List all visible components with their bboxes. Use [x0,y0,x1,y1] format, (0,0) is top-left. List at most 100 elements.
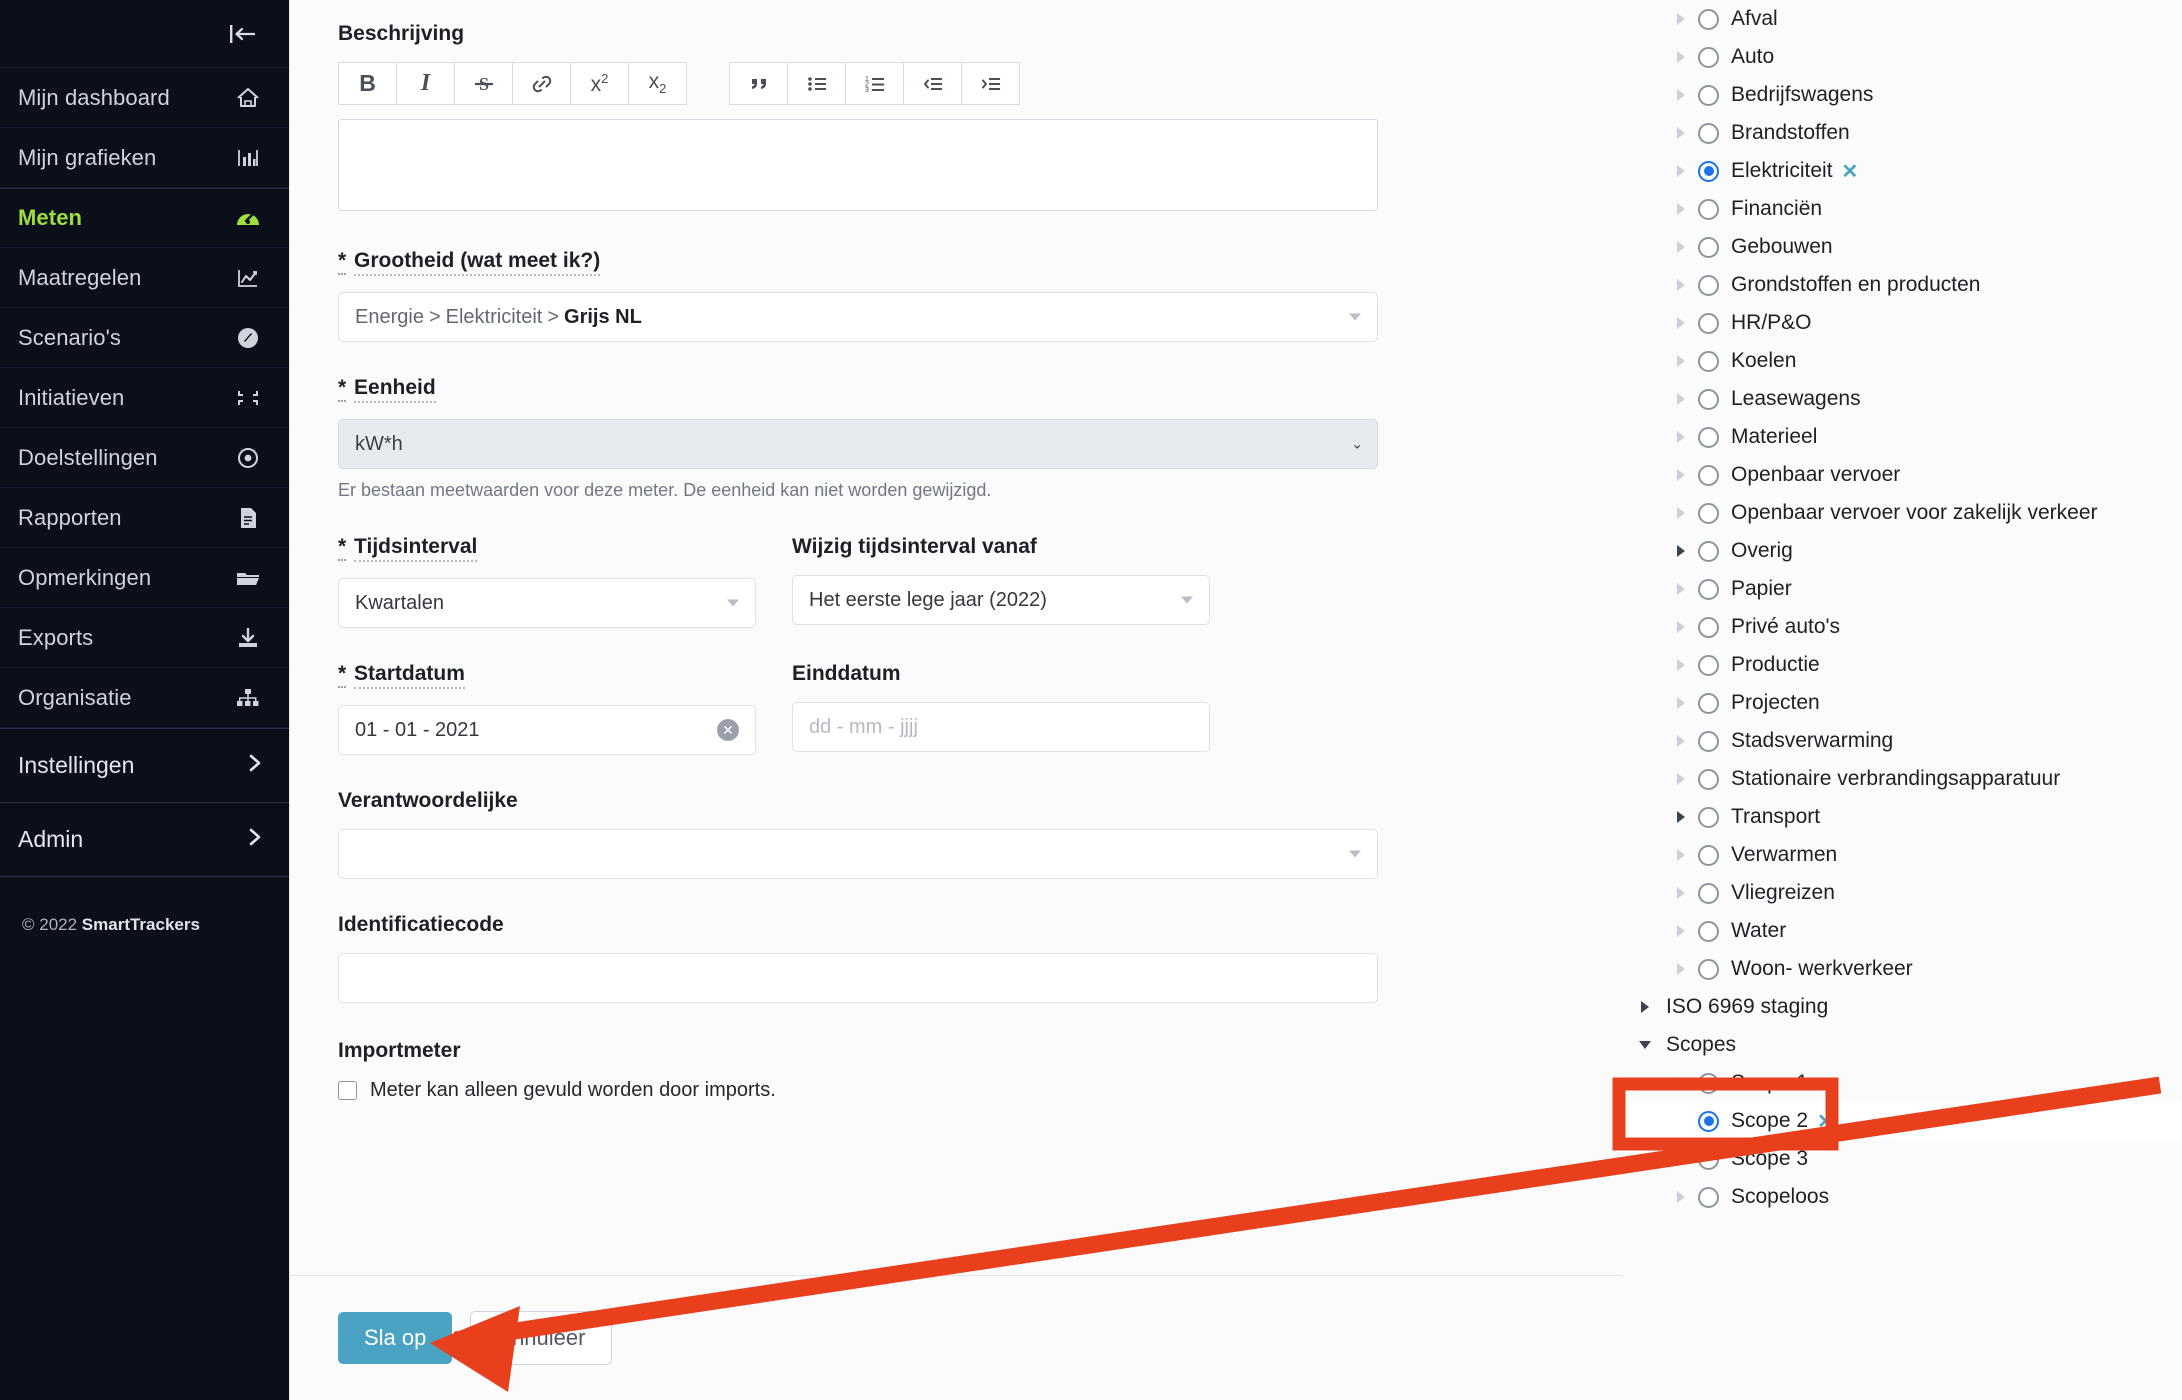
chevron-down-icon[interactable] [1181,596,1193,604]
sidebar-item-initiatieven[interactable]: Initiatieven [0,368,289,428]
italic-icon[interactable]: I [396,62,455,105]
chevron-right-icon[interactable] [1670,773,1692,785]
radio-unselected[interactable] [1698,122,1719,144]
radio-selected[interactable] [1698,1110,1719,1132]
strikethrough-icon[interactable]: S [454,62,513,105]
chevron-right-icon[interactable] [1670,697,1692,709]
chevron-right-icon[interactable] [1670,279,1692,291]
tree-node[interactable]: Woon- werkverkeer [1622,950,2182,988]
superscript-icon[interactable]: x2 [570,62,629,105]
radio-unselected[interactable] [1698,1148,1719,1170]
chevron-right-icon[interactable] [1670,735,1692,747]
radio-unselected[interactable] [1698,920,1719,942]
radio-unselected[interactable] [1698,8,1719,30]
radio-unselected[interactable] [1698,882,1719,904]
sidebar-item-scenarios[interactable]: Scenario's [0,308,289,368]
tree-node[interactable]: Transport [1622,798,2182,836]
chevron-right-icon[interactable] [1670,1191,1692,1203]
chevron-right-icon[interactable] [1670,51,1692,63]
tree-node[interactable]: Privé auto's [1622,608,2182,646]
chevron-right-icon[interactable] [1670,203,1692,215]
tree-node[interactable]: Vliegreizen [1622,874,2182,912]
tree-node[interactable]: Bedrijfswagens [1622,76,2182,114]
chevron-right-icon[interactable] [1670,849,1692,861]
blockquote-icon[interactable] [729,62,788,105]
radio-unselected[interactable] [1698,654,1719,676]
tree-node[interactable]: Afval [1622,0,2182,38]
tree-node[interactable]: Scope 3 [1622,1140,2182,1178]
verantwoordelijke-select[interactable] [338,829,1378,879]
chevron-right-icon[interactable] [1670,317,1692,329]
identificatiecode-input[interactable] [338,953,1378,1003]
radio-unselected[interactable] [1698,388,1719,410]
radio-unselected[interactable] [1698,312,1719,334]
chevron-right-icon[interactable] [1670,1077,1692,1089]
tree-node[interactable]: Gebouwen [1622,228,2182,266]
chevron-right-icon[interactable] [1670,241,1692,253]
sidebar-item-mijn-grafieken[interactable]: Mijn grafieken [0,128,289,188]
chevron-right-icon[interactable] [1670,355,1692,367]
tree-node[interactable]: Openbaar vervoer [1622,456,2182,494]
sidebar-item-opmerkingen[interactable]: Opmerkingen [0,548,289,608]
subscript-icon[interactable]: x2 [628,62,687,105]
bullet-list-icon[interactable] [787,62,846,105]
bold-icon[interactable]: B [338,62,397,105]
radio-unselected[interactable] [1698,768,1719,790]
tree-node[interactable]: Leasewagens [1622,380,2182,418]
sidebar-item-doelstellingen[interactable]: Doelstellingen [0,428,289,488]
chevron-down-icon[interactable] [1349,313,1361,321]
chevron-right-icon[interactable] [1670,925,1692,937]
tree-node[interactable]: Auto [1622,38,2182,76]
radio-unselected[interactable] [1698,578,1719,600]
radio-unselected[interactable] [1698,806,1719,828]
radio-unselected[interactable] [1698,692,1719,714]
tree-node[interactable]: Scopeloos [1622,1178,2182,1216]
tree-node[interactable]: Scopes [1622,1026,2182,1064]
chevron-right-icon[interactable] [1670,583,1692,595]
chevron-right-icon[interactable] [1670,887,1692,899]
tree-node[interactable]: Stationaire verbrandingsapparatuur [1622,760,2182,798]
chevron-right-icon[interactable] [1670,507,1692,519]
startdatum-input[interactable]: 01 - 01 - 2021 ✕ [338,705,756,755]
link-icon[interactable] [512,62,571,105]
radio-unselected[interactable] [1698,274,1719,296]
grootheid-select[interactable]: Energie > Elektriciteit > Grijs NL [338,292,1378,342]
numbered-list-icon[interactable]: 123 [845,62,904,105]
tree-node[interactable]: Brandstoffen [1622,114,2182,152]
collapse-left-icon[interactable] [223,17,263,51]
sidebar-group-admin[interactable]: Admin [0,802,289,876]
tree-node[interactable]: Verwarmen [1622,836,2182,874]
tree-node[interactable]: Projecten [1622,684,2182,722]
tree-node[interactable]: Scope 1 [1622,1064,2182,1102]
radio-unselected[interactable] [1698,46,1719,68]
chevron-down-icon[interactable] [727,599,739,607]
tree-node[interactable]: Financiën [1622,190,2182,228]
tree-node[interactable]: Water [1622,912,2182,950]
radio-unselected[interactable] [1698,236,1719,258]
chevron-right-icon[interactable] [1670,89,1692,101]
tree-node[interactable]: Elektriciteit ✕ [1622,152,2182,190]
chevron-down-icon[interactable] [1349,850,1361,858]
indent-icon[interactable] [961,62,1020,105]
clear-selection-icon[interactable]: ✕ [1842,159,1859,184]
radio-unselected[interactable] [1698,844,1719,866]
radio-unselected[interactable] [1698,350,1719,372]
chevron-right-icon[interactable] [1670,545,1692,557]
cancel-button[interactable]: Annuleer [470,1311,613,1365]
radio-unselected[interactable] [1698,1186,1719,1208]
chevron-right-icon[interactable] [1670,811,1692,823]
tree-node[interactable]: Stadsverwarming [1622,722,2182,760]
sidebar-item-meten[interactable]: Meten [0,188,289,248]
chevron-right-icon[interactable] [1670,963,1692,975]
radio-unselected[interactable] [1698,502,1719,524]
tree-node[interactable]: ISO 6969 staging [1622,988,2182,1026]
radio-unselected[interactable] [1698,540,1719,562]
tree-node[interactable]: Scope 2 ✕ [1622,1102,2182,1140]
radio-selected[interactable] [1698,160,1719,182]
sidebar-group-instellingen[interactable]: Instellingen [0,728,289,802]
chevron-right-icon[interactable] [1670,165,1692,177]
chevron-right-icon[interactable] [1670,469,1692,481]
tree-node[interactable]: Koelen [1622,342,2182,380]
chevron-right-icon[interactable] [1634,1001,1656,1013]
sidebar-item-mijn-dashboard[interactable]: Mijn dashboard [0,68,289,128]
